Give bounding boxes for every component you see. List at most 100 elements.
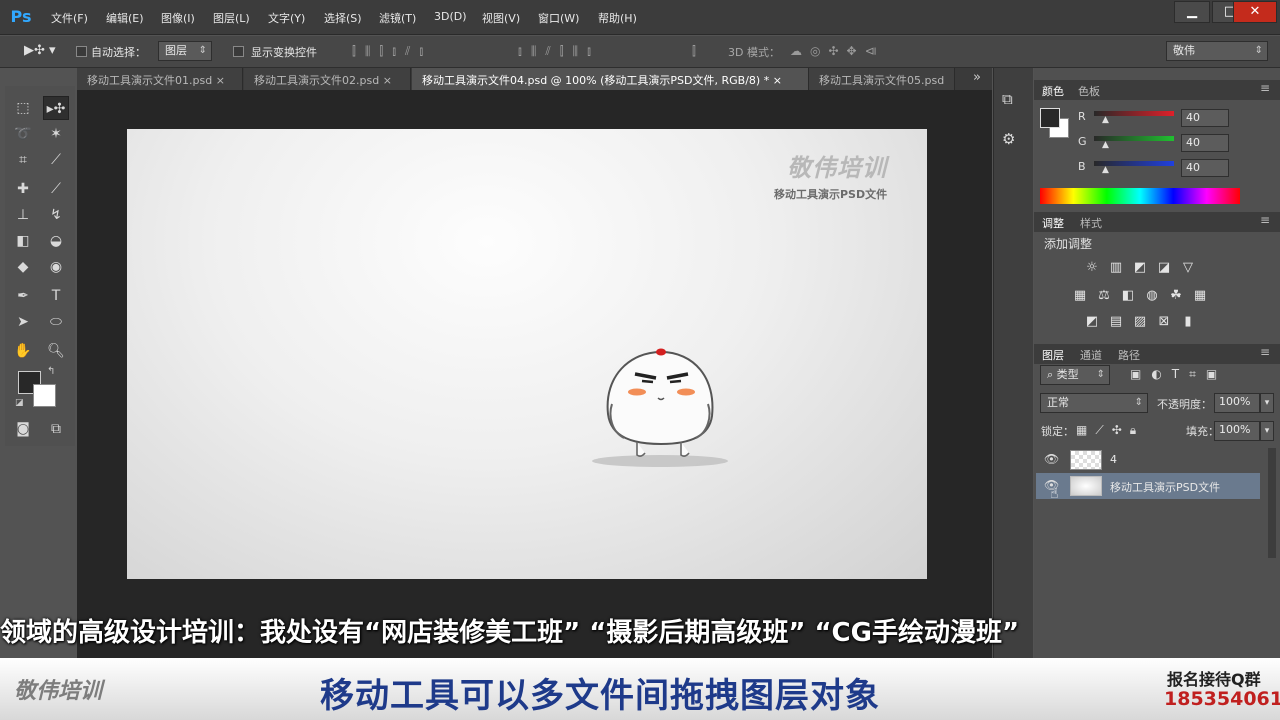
layers-scrollbar[interactable] — [1268, 448, 1276, 558]
threshold-icon[interactable]: ▨ — [1132, 315, 1148, 329]
menu-view[interactable]: 视图(V) — [482, 10, 520, 26]
invert-icon[interactable]: ◩ — [1084, 315, 1100, 329]
opacity-input[interactable]: 100% — [1214, 393, 1260, 413]
brightness-icon[interactable]: ☼ — [1084, 261, 1100, 275]
curves-icon[interactable]: ◩ — [1132, 261, 1148, 275]
auto-select-target-select[interactable]: 图层 — [158, 41, 212, 61]
brush-tool-icon[interactable]: ⟋ — [43, 177, 69, 201]
screen-mode-icon[interactable]: ⧉ — [43, 417, 69, 441]
layer-row-psd[interactable]: 👁︎ 移动工具演示PSD文件 — [1036, 473, 1260, 499]
exposure-icon[interactable]: ◪ — [1156, 261, 1172, 275]
quick-mask-icon[interactable]: ◙ — [10, 417, 36, 441]
move-tool-icon[interactable]: ▸✣ — [43, 96, 69, 120]
gradient-map-icon[interactable]: ▮ — [1180, 315, 1196, 329]
align-icons[interactable]: ⫿⫼⫿⫾⫽⫾ — [352, 44, 432, 59]
minimize-button[interactable]: ▁ — [1174, 1, 1210, 23]
tab-layers[interactable]: 图层 — [1042, 347, 1064, 363]
vibrance-icon[interactable]: ▽ — [1180, 261, 1196, 275]
panel-menu-icon[interactable]: ≡ — [1260, 213, 1270, 227]
tab-adjustments[interactable]: 调整 — [1042, 215, 1064, 231]
selective-color-icon[interactable]: ⊠ — [1156, 315, 1172, 329]
history-brush-tool-icon[interactable]: ↯ — [43, 203, 69, 227]
tab-swatches[interactable]: 色板 — [1078, 83, 1100, 99]
menu-3d[interactable]: 3D(D) — [434, 10, 467, 23]
close-button[interactable]: ✕ — [1233, 1, 1277, 23]
menu-file[interactable]: 文件(F) — [51, 10, 88, 26]
channel-b-value[interactable]: 40 — [1181, 159, 1229, 177]
slider-g-thumb[interactable]: ▲ — [1102, 140, 1109, 150]
color-balance-icon[interactable]: ⚖ — [1096, 289, 1112, 303]
black-white-icon[interactable]: ◧ — [1120, 289, 1136, 303]
properties-panel-icon[interactable]: ⚙ — [1002, 130, 1015, 148]
move-tool-preset-icon[interactable]: ▶✣ ▾ — [24, 43, 56, 58]
lock-icons[interactable]: ▦⟋✣🔒︎ — [1076, 423, 1144, 438]
channel-g-value[interactable]: 40 — [1181, 134, 1229, 152]
tab-close-icon[interactable]: × — [773, 74, 782, 87]
fill-dropdown-icon[interactable]: ▾ — [1260, 421, 1274, 441]
background-color-swatch[interactable] — [33, 384, 56, 407]
slider-r-thumb[interactable]: ▲ — [1102, 115, 1109, 125]
opacity-dropdown-icon[interactable]: ▾ — [1260, 393, 1274, 413]
tab-channels[interactable]: 通道 — [1080, 347, 1102, 363]
menu-image[interactable]: 图像(I) — [161, 10, 195, 26]
tab-document-05[interactable]: 移动工具演示文件05.psd — [809, 68, 955, 90]
swap-colors-icon[interactable]: ↰ — [47, 366, 55, 377]
path-selection-tool-icon[interactable]: ➤ — [10, 310, 36, 334]
posterize-icon[interactable]: ▤ — [1108, 315, 1124, 329]
dodge-tool-icon[interactable]: ◉ — [43, 255, 69, 279]
marquee-tool-icon[interactable]: ⬚ — [10, 96, 36, 120]
mascot-character[interactable] — [590, 340, 740, 470]
layer-filter-select[interactable]: ⌕ 类型 — [1040, 365, 1110, 385]
tab-document-04[interactable]: 移动工具演示文件04.psd @ 100% (移动工具演示PSD文件, RGB/… — [412, 68, 809, 90]
slider-b-thumb[interactable]: ▲ — [1102, 165, 1109, 175]
color-lookup-icon[interactable]: ▦ — [1192, 289, 1208, 303]
auto-align-icon[interactable]: ⫿ — [692, 44, 696, 59]
tab-styles[interactable]: 样式 — [1080, 215, 1102, 231]
fill-input[interactable]: 100% — [1214, 421, 1260, 441]
tab-paths[interactable]: 路径 — [1118, 347, 1140, 363]
tab-close-icon[interactable]: × — [383, 74, 392, 87]
menu-window[interactable]: 窗口(W) — [538, 10, 579, 26]
crop-tool-icon[interactable]: ⌗ — [10, 148, 36, 172]
hand-tool-icon[interactable]: ✋ — [10, 339, 36, 363]
color-spectrum-bar[interactable] — [1040, 188, 1240, 204]
hue-saturation-icon[interactable]: ▦ — [1072, 289, 1088, 303]
menu-edit[interactable]: 编辑(E) — [106, 10, 144, 26]
clone-stamp-tool-icon[interactable]: ⊥ — [10, 203, 36, 227]
lasso-tool-icon[interactable]: ➰ — [10, 122, 36, 146]
healing-brush-tool-icon[interactable]: ✚ — [10, 177, 36, 201]
tab-document-01[interactable]: 移动工具演示文件01.psd × — [77, 68, 243, 90]
auto-select-checkbox[interactable] — [76, 46, 87, 57]
menu-filter[interactable]: 滤镜(T) — [379, 10, 416, 26]
menu-layer[interactable]: 图层(L) — [213, 10, 250, 26]
workspace-select[interactable]: 敬伟 — [1166, 41, 1268, 61]
tab-document-02[interactable]: 移动工具演示文件02.psd × — [244, 68, 411, 90]
magic-wand-tool-icon[interactable]: ✶ — [43, 122, 69, 146]
blur-tool-icon[interactable]: ◆ — [10, 255, 36, 279]
tabs-overflow-icon[interactable]: » — [973, 70, 981, 85]
channel-r-value[interactable]: 40 — [1181, 109, 1229, 127]
paint-bucket-tool-icon[interactable]: ◒ — [43, 229, 69, 253]
tab-close-icon[interactable]: × — [216, 74, 225, 87]
show-transform-checkbox[interactable] — [233, 46, 244, 57]
layer-row-4[interactable]: 👁︎ 4 — [1036, 447, 1260, 473]
zoom-tool-icon[interactable]: 🔍︎ — [43, 339, 69, 363]
blend-mode-select[interactable]: 正常 — [1040, 393, 1148, 413]
3d-mode-icons[interactable]: ☁◎✣✥⧏ — [790, 44, 885, 58]
distribute-icons[interactable]: ⫾⫼⫽⫿⫼⫾ — [518, 44, 600, 59]
layer-filter-icons[interactable]: ▣◐T⌗▣ — [1130, 367, 1227, 382]
visibility-eye-icon[interactable]: 👁︎ — [1044, 452, 1059, 466]
menu-select[interactable]: 选择(S) — [324, 10, 362, 26]
levels-icon[interactable]: ▥ — [1108, 261, 1124, 275]
tab-color[interactable]: 颜色 — [1042, 83, 1064, 99]
channel-mixer-icon[interactable]: ☘ — [1168, 289, 1184, 303]
eraser-tool-icon[interactable]: ◧ — [10, 229, 36, 253]
menu-help[interactable]: 帮助(H) — [598, 10, 637, 26]
photo-filter-icon[interactable]: ◍ — [1144, 289, 1160, 303]
default-colors-icon[interactable]: ◪ — [15, 398, 24, 408]
history-panel-icon[interactable]: ⧉ — [1002, 90, 1013, 108]
panel-menu-icon[interactable]: ≡ — [1260, 81, 1270, 95]
panel-menu-icon[interactable]: ≡ — [1260, 345, 1270, 359]
eyedropper-tool-icon[interactable]: ⟋ — [43, 148, 69, 172]
menu-type[interactable]: 文字(Y) — [268, 10, 305, 26]
